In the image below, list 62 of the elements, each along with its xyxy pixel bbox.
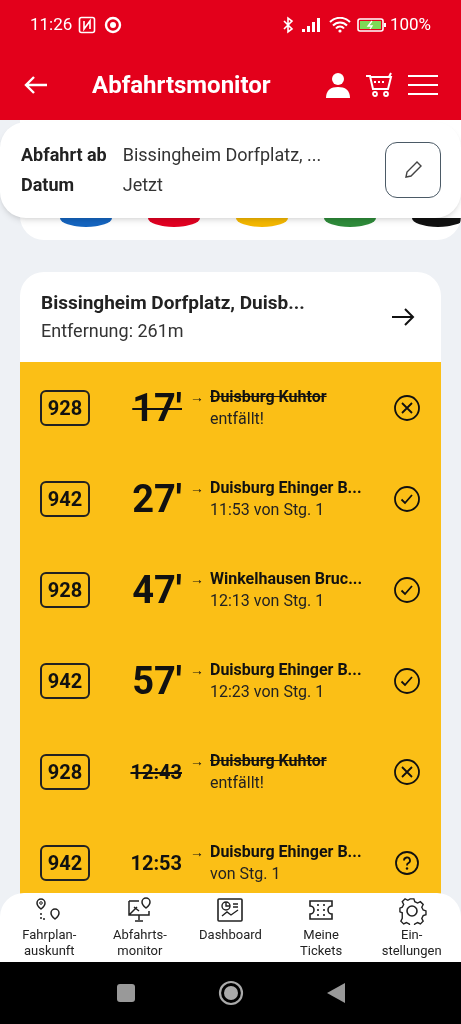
line-number: 928 — [40, 753, 90, 790]
clock: 11:26 — [30, 13, 73, 37]
arrow-glyph: → — [190, 660, 204, 680]
wifi-icon — [328, 17, 351, 33]
battery-icon — [356, 17, 387, 33]
arrow-glyph: → — [190, 842, 204, 862]
bluetooth-icon — [280, 16, 295, 34]
nav-tab[interactable]: Abfahrts- monitor — [95, 897, 184, 959]
nav-tab[interactable]: Fahrplan- auskunft — [5, 897, 94, 959]
arrow-right-icon[interactable] — [391, 307, 415, 327]
cart-icon[interactable] — [365, 71, 393, 99]
nav-tab[interactable]: Dashboard — [186, 897, 275, 943]
line-number: 942 — [40, 480, 90, 517]
departure-info: entfällt! — [210, 771, 265, 794]
departure-info: entfällt! — [210, 407, 265, 430]
back-arrow-icon — [23, 75, 49, 95]
dashboard-icon — [215, 897, 246, 925]
destination: Duisburg Kuhtor — [210, 385, 327, 408]
back-nav-icon[interactable] — [325, 982, 346, 1004]
departure-time: 12:43 — [129, 758, 182, 785]
arrow-glyph: → — [190, 751, 204, 771]
destination: Duisburg Ehinger B... — [210, 840, 362, 863]
departure-time: 57' — [131, 660, 182, 701]
pencil-icon — [402, 159, 424, 181]
field-label: Datum — [21, 173, 76, 197]
user-icon[interactable] — [325, 72, 351, 98]
station-name: Bissingheim Dorfplatz, Duisb... — [41, 290, 306, 316]
gear-icon — [396, 897, 427, 925]
screen-title: Abfahrtsmonitor — [92, 70, 272, 101]
arrow-glyph: → — [190, 569, 204, 589]
menu-icon[interactable] — [407, 74, 439, 96]
departure-info: 12:13 von Stg. 1 — [210, 589, 326, 612]
line-number: 942 — [40, 844, 90, 881]
nfc-icon — [78, 16, 97, 34]
square-nav-icon[interactable] — [115, 983, 136, 1003]
field-label: Abfahrt ab — [21, 143, 107, 167]
destination: Duisburg Ehinger B... — [210, 658, 362, 681]
departure-info: 11:53 von Stg. 1 — [210, 498, 326, 521]
departure-info: von Stg. 1 — [210, 862, 282, 885]
departure-time: 12:53 — [129, 849, 182, 876]
battery-level: 100% — [389, 13, 431, 37]
destination: Duisburg Kuhtor — [210, 749, 327, 772]
home-nav-icon[interactable] — [217, 980, 244, 1006]
destination: Duisburg Ehinger B... — [210, 476, 362, 499]
signal-icon — [300, 17, 323, 33]
station-distance: Entfernung: 261m — [41, 319, 185, 343]
record-icon — [104, 16, 123, 34]
departure-time: 47' — [131, 569, 182, 610]
arrow-glyph: → — [190, 478, 204, 498]
line-number: 942 — [40, 662, 90, 699]
departure-time: 27' — [131, 478, 182, 519]
nav-tab[interactable]: Meine Tickets — [277, 897, 366, 959]
date-value: Jetzt — [122, 173, 164, 197]
nav-tab[interactable]: Ein- stellungen — [367, 897, 456, 959]
line-number: 928 — [40, 389, 90, 426]
line-number: 928 — [40, 571, 90, 608]
destination: Winkelhausen Bruc... — [210, 567, 363, 590]
departure-time: 17' — [131, 387, 182, 428]
edit-button[interactable] — [385, 142, 441, 198]
stop-value: Bissingheim Dorfplatz, ... — [122, 143, 323, 167]
departure-info: 12:23 von Stg. 1 — [210, 680, 326, 703]
arrow-glyph: → — [190, 387, 204, 407]
